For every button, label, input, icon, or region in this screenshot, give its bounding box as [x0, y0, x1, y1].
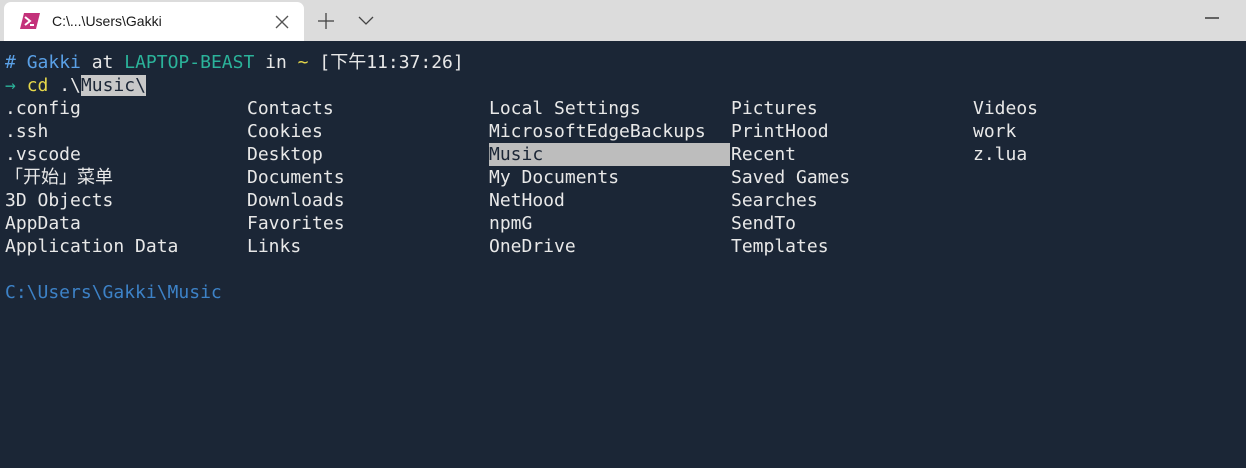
cwd-line: C:\Users\Gakki\Music — [5, 282, 222, 303]
completion-item[interactable]: Desktop — [247, 143, 323, 166]
prompt-time: [下午11:37:26] — [319, 52, 464, 73]
prompt-in: in — [265, 52, 287, 73]
minimize-icon — [1192, 17, 1232, 38]
prompt-arrow: → — [5, 75, 16, 96]
completion-item[interactable]: Documents — [247, 166, 345, 189]
terminal-window: C:\...\Users\Gakki # Gakki at LAPTOP-BEA… — [0, 0, 1246, 468]
minimize-button[interactable] — [1192, 4, 1232, 34]
completion-item[interactable]: MicrosoftEdgeBackups — [489, 120, 706, 143]
completion-item[interactable]: Templates — [731, 235, 829, 258]
completion-item[interactable]: Local Settings — [489, 97, 641, 120]
completion-item[interactable]: My Documents — [489, 166, 619, 189]
completion-item[interactable]: npmG — [489, 212, 532, 235]
completion-item[interactable]: .config — [5, 97, 81, 120]
completion-item[interactable]: .vscode — [5, 143, 81, 166]
prompt-user: Gakki — [26, 52, 81, 73]
completion-item[interactable]: Videos — [973, 97, 1038, 120]
completion-item[interactable]: SendTo — [731, 212, 796, 235]
command-line[interactable]: → cd .\Music\ — [5, 74, 146, 97]
command-arg-completion: Music\ — [80, 75, 146, 96]
prompt-line: # Gakki at LAPTOP-BEAST in ~ [下午11:37:26… — [5, 51, 464, 74]
close-icon[interactable] — [274, 14, 290, 30]
completion-item[interactable]: Saved Games — [731, 166, 850, 189]
chevron-down-icon — [352, 16, 380, 38]
command-name: cd — [26, 75, 49, 96]
completion-item[interactable]: NetHood — [489, 189, 565, 212]
powershell-icon — [20, 12, 40, 30]
completion-item[interactable]: 3D Objects — [5, 189, 113, 212]
completion-item[interactable]: z.lua — [973, 143, 1027, 166]
prompt-at: at — [91, 52, 114, 73]
completion-item[interactable]: Cookies — [247, 120, 323, 143]
completion-item-selected[interactable]: Music — [489, 143, 730, 166]
new-tab-button[interactable] — [312, 8, 340, 34]
prompt-hash: # — [5, 52, 16, 73]
completion-item[interactable]: Downloads — [247, 189, 345, 212]
completion-item[interactable]: Searches — [731, 189, 818, 212]
completion-item[interactable]: Pictures — [731, 97, 818, 120]
completion-item[interactable]: work — [973, 120, 1016, 143]
prompt-host: LAPTOP-BEAST — [124, 52, 255, 73]
completion-item[interactable]: Favorites — [247, 212, 345, 235]
tab-active[interactable]: C:\...\Users\Gakki — [4, 2, 304, 41]
completion-item[interactable]: PrintHood — [731, 120, 829, 143]
completion-item[interactable]: Contacts — [247, 97, 334, 120]
completion-item[interactable]: OneDrive — [489, 235, 576, 258]
completion-item[interactable]: 「开始」菜单 — [5, 166, 113, 189]
completion-item[interactable]: Links — [247, 235, 301, 258]
tab-title: C:\...\Users\Gakki — [52, 13, 162, 29]
completion-item[interactable]: .ssh — [5, 120, 48, 143]
completion-item[interactable]: Application Data — [5, 235, 178, 258]
plus-icon — [312, 13, 340, 38]
completion-item[interactable]: Recent — [731, 143, 796, 166]
prompt-dir: ~ — [297, 52, 309, 73]
terminal-content[interactable]: # Gakki at LAPTOP-BEAST in ~ [下午11:37:26… — [0, 41, 1246, 468]
command-arg-prefix: .\ — [59, 75, 81, 96]
tab-dropdown-button[interactable] — [352, 8, 380, 34]
title-bar: C:\...\Users\Gakki — [0, 0, 1246, 41]
completion-item[interactable]: AppData — [5, 212, 81, 235]
